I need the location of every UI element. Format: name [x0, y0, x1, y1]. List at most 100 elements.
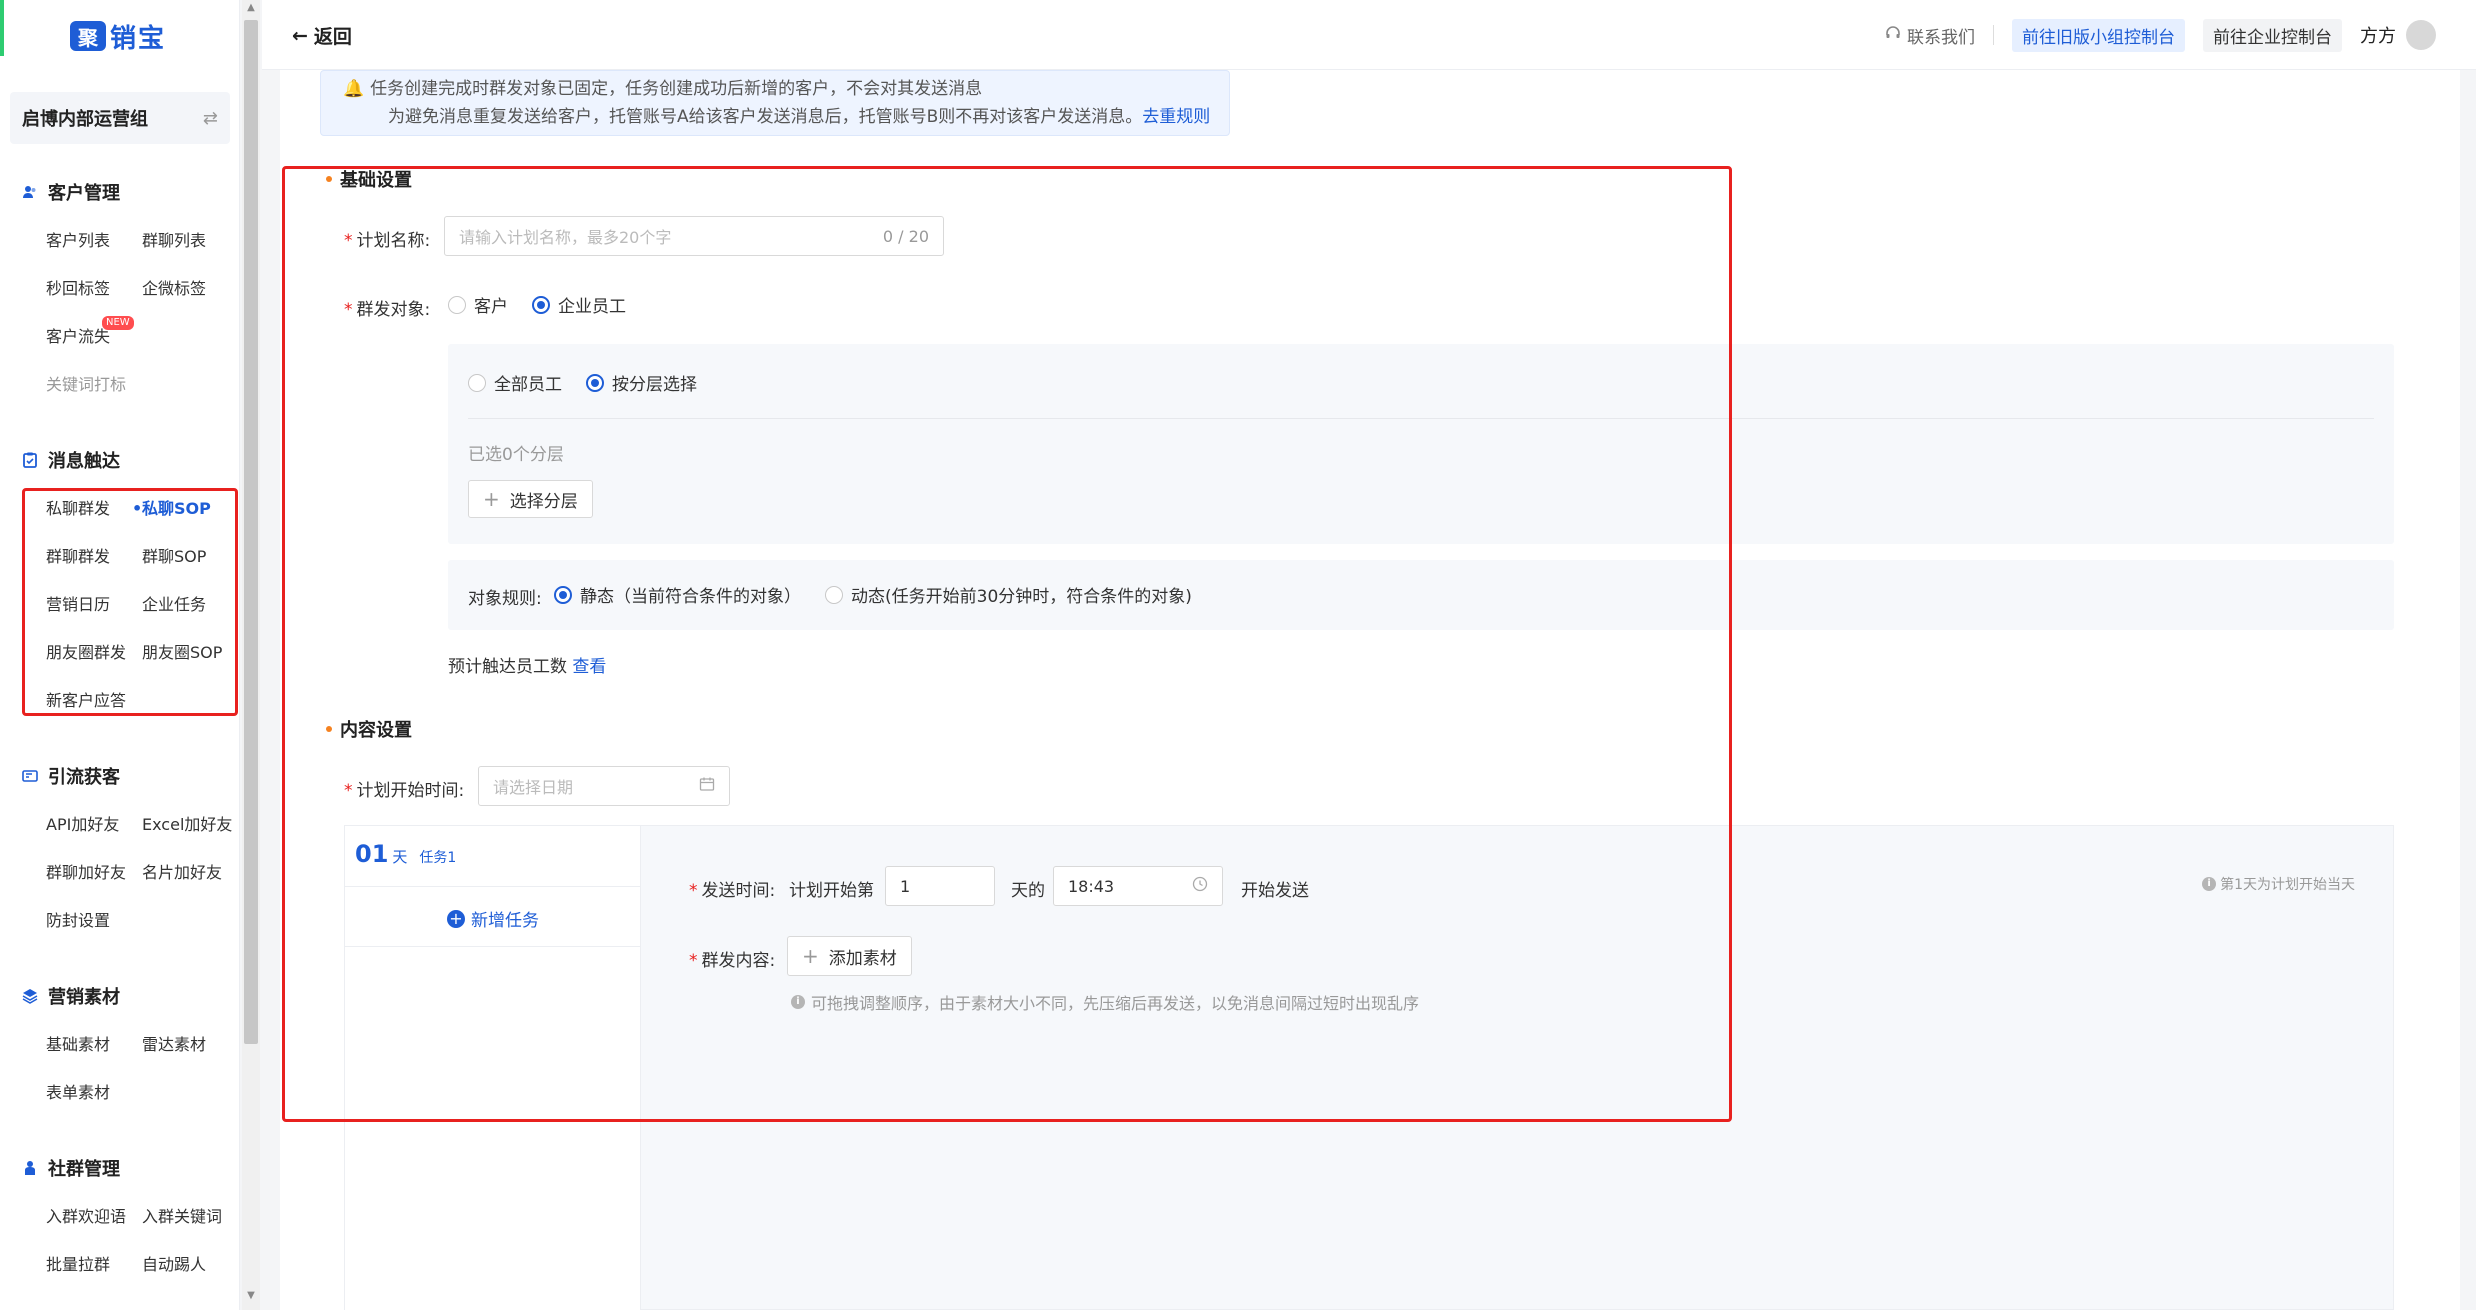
user-menu[interactable]: 方方 — [2360, 20, 2436, 50]
add-task-button[interactable]: + 新增任务 — [447, 906, 539, 931]
task-editor: 01 天 任务1 + 新增任务 *发送时间: 计划开始第 1 天的 18:43 — [344, 825, 2394, 1310]
rule-radio-dynamic[interactable]: 动态(任务开始前30分钟时，符合条件的对象) — [825, 582, 1192, 607]
sidebar-item-quick-tags[interactable]: 秒回标签 — [46, 274, 142, 304]
calendar-icon — [699, 776, 715, 796]
estimate-view-link[interactable]: 查看 — [572, 657, 606, 677]
sidebar-item-customer-churn[interactable]: 客户流失 NEW — [46, 316, 142, 352]
send-time-value: 18:43 — [1068, 876, 1115, 896]
back-button[interactable]: ← 返回 — [292, 22, 352, 49]
swap-icon[interactable]: ⇄ — [203, 108, 218, 129]
radio-ring — [554, 585, 572, 604]
user-name: 方方 — [2360, 26, 2396, 47]
nav-head-label: 营销素材 — [48, 987, 120, 1008]
contact-us-link[interactable]: 联系我们 — [1885, 23, 1975, 48]
plan-name-counter: 0 / 20 — [882, 226, 929, 246]
rule-panel: 对象规则: 静态（当前符合条件的对象） 动态(任务开始前30分钟时，符合条件的对… — [448, 560, 2394, 630]
org-switcher[interactable]: 启博内部运营组 ⇄ — [10, 92, 230, 144]
plus-icon: + — [802, 944, 819, 968]
logo-text: 销宝 — [110, 23, 167, 54]
nav-section-community: 社群管理 入群欢迎语 入群关键词 批量拉群 自动踢人 — [0, 1152, 240, 1280]
start-date-picker[interactable]: 请选择日期 — [478, 766, 730, 806]
day-divider — [345, 946, 641, 947]
arrow-left-icon: ← — [292, 24, 308, 47]
radio-ring — [468, 373, 486, 392]
estimate-row: 预计触达员工数 查看 — [448, 652, 606, 677]
target-radio-customer[interactable]: 客户 — [448, 292, 508, 317]
sidebar-item-join-keyword[interactable]: 入群关键词 — [142, 1202, 238, 1232]
plus-circle-icon: + — [447, 909, 465, 928]
sidebar-item-batch-invite[interactable]: 批量拉群 — [46, 1250, 142, 1280]
sidebar-item-welcome-message[interactable]: 入群欢迎语 — [46, 1202, 142, 1232]
sidebar-item-auto-kick[interactable]: 自动踢人 — [142, 1250, 238, 1280]
sidebar-item-wecom-tags[interactable]: 企微标签 — [142, 274, 238, 304]
divider — [1993, 25, 1994, 45]
send-tip: i 第1天为计划开始当天 — [2202, 874, 2355, 894]
task-day-list: 01 天 任务1 + 新增任务 — [345, 826, 641, 1310]
day-number: 01 — [355, 840, 389, 868]
scroll-up-icon[interactable]: ▲ — [244, 2, 258, 18]
dedupe-rule-link[interactable]: 去重规则 — [1142, 107, 1210, 127]
scope-radio-layer[interactable]: 按分层选择 — [586, 370, 697, 395]
select-layer-button[interactable]: + 选择分层 — [468, 480, 593, 518]
mail-icon — [22, 768, 38, 784]
sidebar-item-anti-ban[interactable]: 防封设置 — [46, 906, 142, 936]
sidebar-item-basic-material[interactable]: 基础素材 — [46, 1030, 142, 1060]
nav-head-messaging: 消息触达 — [0, 444, 240, 476]
nav-head-acquisition: 引流获客 — [0, 760, 240, 792]
add-material-button[interactable]: + 添加素材 — [787, 936, 912, 976]
rule-radio-static[interactable]: 静态（当前符合条件的对象） — [554, 582, 801, 607]
enterprise-console-button[interactable]: 前往企业控制台 — [2203, 18, 2342, 52]
scope-radio-all[interactable]: 全部员工 — [468, 370, 562, 395]
notice-banner: 🔔 任务创建完成时群发对象已固定，任务创建成功后新增的客户，不会对其发送消息 为避… — [320, 70, 1230, 136]
scrollbar-thumb[interactable] — [244, 20, 258, 1044]
people-icon — [22, 1160, 38, 1176]
send-day-input[interactable]: 1 — [885, 866, 995, 906]
plan-name-label: * 计划名称: — [344, 231, 431, 251]
radio-ring — [586, 373, 604, 392]
logo-mark: 聚 — [70, 21, 106, 51]
task-tag[interactable]: 任务1 — [419, 847, 456, 867]
sidebar-item-keyword-tagging[interactable]: 关键词打标 — [46, 370, 142, 400]
headset-icon — [1885, 25, 1901, 46]
sidebar-item-card-add-friend[interactable]: 名片加好友 — [142, 858, 238, 888]
old-console-button[interactable]: 前往旧版小组控制台 — [2012, 18, 2185, 52]
day-item-1[interactable]: 01 天 任务1 — [355, 840, 456, 868]
sidebar-item-radar-material[interactable]: 雷达素材 — [142, 1030, 238, 1060]
sidebar-accent — [0, 0, 4, 56]
send-time-label: * 发送时间: — [689, 881, 776, 901]
user-group-icon — [22, 184, 38, 200]
rule-radio-group: 静态（当前符合条件的对象） 动态(任务开始前30分钟时，符合条件的对象) — [554, 582, 1192, 607]
target-radio-employee[interactable]: 企业员工 — [532, 292, 626, 317]
plan-name-input[interactable]: 请输入计划名称，最多20个字 0 / 20 — [444, 216, 944, 256]
clock-icon — [1192, 876, 1208, 896]
nav-head-label: 消息触达 — [48, 451, 120, 472]
sidebar-item-api-add-friend[interactable]: API加好友 — [46, 810, 142, 840]
sidebar-item-label: 客户流失 — [46, 327, 111, 346]
back-label: 返回 — [313, 26, 352, 48]
sidebar-item-customer-list[interactable]: 客户列表 — [46, 226, 142, 256]
day-unit: 天 — [392, 848, 408, 866]
sidebar-item-group-add-friend[interactable]: 群聊加好友 — [46, 858, 142, 888]
nav-head-label: 社群管理 — [48, 1159, 120, 1180]
nav-head-customers: 客户管理 — [0, 176, 240, 208]
org-name: 启博内部运营组 — [22, 109, 148, 130]
sidebar-item-excel-add-friend[interactable]: Excel加好友 — [142, 810, 238, 840]
section-dot — [326, 726, 332, 732]
notice-line-2: 为避免消息重复发送给客户，托管账号A给该客户发送消息后，托管账号B则不再对该客户… — [388, 107, 1211, 127]
sidebar: 聚 销宝 启博内部运营组 ⇄ 客户管理 客户列表 群聊列表 秒回标签 企微标签 … — [0, 0, 240, 1310]
material-hint: i 可拖拽调整顺序，由于素材大小不同，先压缩后再发送，以免消息间隔过短时出现乱序 — [791, 990, 1419, 1014]
avatar — [2406, 20, 2436, 50]
nav-head-materials: 营销素材 — [0, 980, 240, 1012]
radio-ring — [532, 295, 550, 314]
scroll-down-icon[interactable]: ▼ — [244, 1290, 258, 1306]
rule-label: 对象规则: — [468, 589, 542, 609]
send-day-suffix: 天的 — [1011, 881, 1045, 901]
nav-section-customers: 客户管理 客户列表 群聊列表 秒回标签 企微标签 客户流失 NEW 关键词打标 — [0, 176, 240, 400]
send-time-input[interactable]: 18:43 — [1053, 866, 1223, 906]
app-root: 聚 销宝 启博内部运营组 ⇄ 客户管理 客户列表 群聊列表 秒回标签 企微标签 … — [0, 0, 2476, 1310]
logo[interactable]: 聚 销宝 — [70, 18, 180, 54]
topbar-actions: 联系我们 前往旧版小组控制台 前往企业控制台 方方 — [1885, 18, 2436, 52]
sidebar-item-group-list[interactable]: 群聊列表 — [142, 226, 238, 256]
sidebar-item-form-material[interactable]: 表单素材 — [46, 1078, 142, 1108]
section-dot — [326, 176, 332, 182]
